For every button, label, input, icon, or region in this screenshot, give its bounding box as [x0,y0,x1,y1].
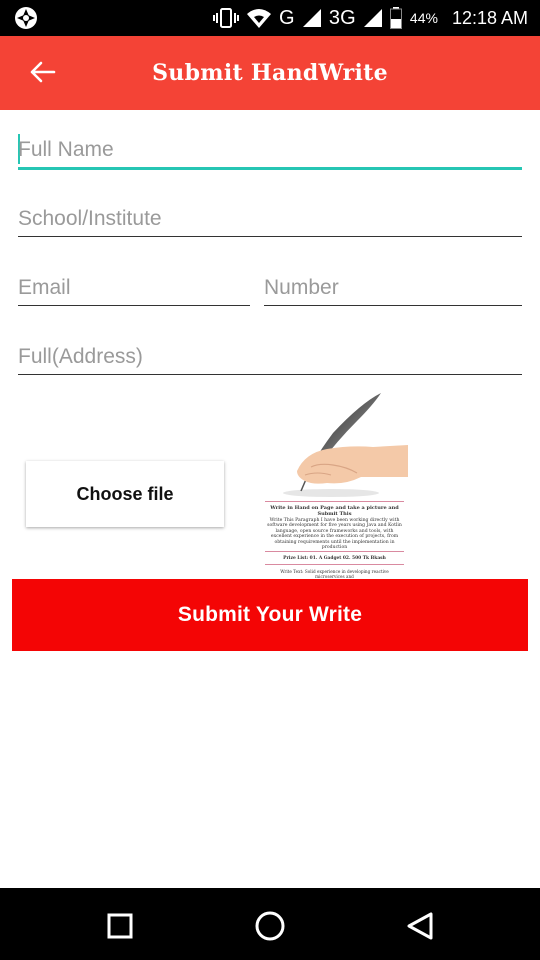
number-input[interactable]: Number [264,274,522,306]
input-underline [18,374,522,375]
triangle-back-icon [407,912,433,940]
number-placeholder: Number [264,276,339,299]
signal-icon [302,9,321,27]
input-underline [18,305,250,306]
full-name-input[interactable]: Full Name [18,134,522,170]
page-title: Submit HandWrite [152,60,388,86]
preview-write: Write Text: Solid experience in developi… [280,569,389,579]
address-placeholder: Full(Address) [18,345,143,368]
nav-back-button[interactable] [400,906,440,946]
preview-body: Write This Paragraph I have been working… [267,518,402,551]
handwrite-preview-image[interactable]: Write in Hand on Page and take a picture… [261,393,408,580]
signal-icon [363,9,382,27]
address-input[interactable]: Full(Address) [18,343,522,375]
hand-with-quill-icon [283,393,408,497]
arrow-left-icon [30,61,56,83]
email-input[interactable]: Email [18,274,250,306]
choose-file-button[interactable]: Choose file [26,461,224,527]
input-underline [18,167,522,170]
recents-button[interactable] [100,906,140,946]
app-bar: Submit HandWrite [0,36,540,110]
battery-icon [389,7,402,29]
divider [265,501,404,502]
navigation-bar [0,888,540,960]
preview-prize: Prize List: 01. A Gadget 02. 500 Tk Bkas… [283,556,386,561]
email-placeholder: Email [18,276,71,299]
battery-percent: 44% [409,10,438,26]
full-name-placeholder: Full Name [18,138,114,161]
input-underline [264,305,522,306]
input-underline [18,236,522,237]
square-icon [107,913,133,939]
network-3g-label: 3G [328,6,356,29]
circle-icon [255,911,285,941]
network-g-label: G [279,6,295,29]
vibrate-icon [213,8,240,28]
clock: 12:18 AM [451,7,528,28]
status-bar: G 3G 44% 12:18 AM [0,0,540,36]
divider [265,564,404,565]
divider [265,551,404,552]
wifi-icon [247,8,272,28]
aperture-icon [14,6,38,30]
preview-title: Write in Hand on Page and take a picture… [270,505,399,517]
home-button[interactable] [250,906,290,946]
submit-button[interactable]: Submit Your Write [12,579,528,651]
school-placeholder: School/Institute [18,207,162,230]
back-button[interactable] [22,54,62,90]
school-input[interactable]: School/Institute [18,205,522,237]
